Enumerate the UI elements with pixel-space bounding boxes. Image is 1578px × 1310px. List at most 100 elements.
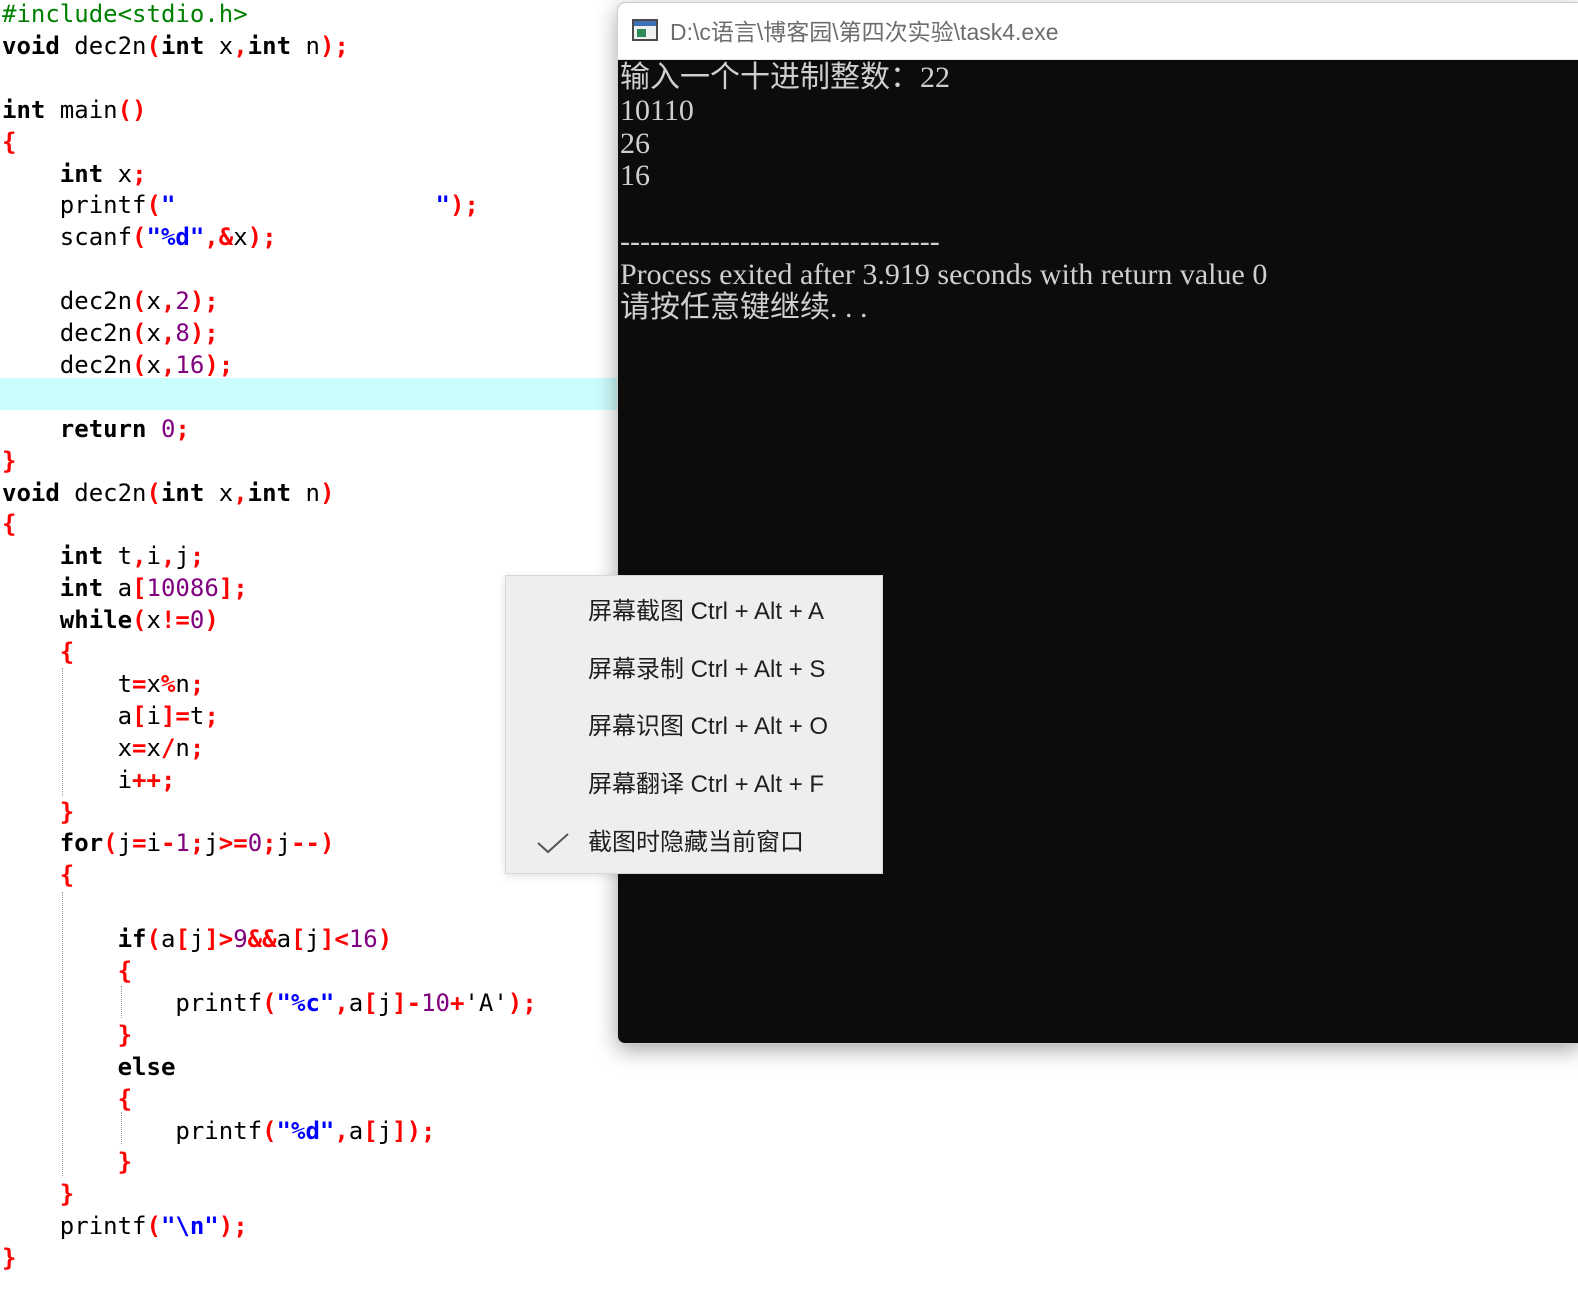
code-line: } [2,1178,74,1210]
console-app-icon [632,19,658,41]
indent-guide [62,668,63,796]
symbol-token: ( [132,319,147,347]
menu-item-label: 截图时隐藏当前窗口 [588,828,804,856]
menu-item[interactable]: 截图时隐藏当前窗口 [506,814,882,872]
identifier-token: t [103,542,133,571]
symbol-token: [ [291,925,306,954]
symbol-token: , [334,1116,349,1145]
identifier-token: n [175,669,190,698]
code-line: { [2,126,16,158]
code-line: int a[10086]; [2,572,248,604]
console-output-line: 请按任意键继续. . . [620,290,868,324]
identifier-token [2,1085,118,1113]
number-token: 9 [233,925,248,954]
symbol-token: % [160,669,176,698]
symbol-token: [ [363,988,378,1017]
identifier-token [2,638,60,666]
identifier-token: x [204,478,234,507]
symbol-token: = [132,829,147,858]
identifier-token: a [348,988,364,1017]
symbol-token: , [160,319,176,347]
code-line: if(a[j]>9&&a[j]<16) [2,923,393,955]
identifier-token: i [146,701,161,730]
code-line: printf("%c",a[j]-10+'A'); [2,987,537,1019]
symbol-token: - [160,829,176,858]
console-window[interactable]: D:\c语言\博客园\第四次实验\task4.exe 输入一个十进制整数：22 1… [617,2,1578,1044]
symbol-token: ; [189,829,205,858]
symbol-token: ; [175,414,190,443]
identifier-token [2,925,118,953]
number-token: 10 [421,988,450,1017]
console-output-line: 10110 [620,93,694,127]
symbol-token: != [160,606,190,635]
symbol-token: ) [319,478,335,507]
menu-item[interactable]: 屏幕截图 Ctrl + Alt + A [506,583,882,641]
number-token: 1 [175,829,190,858]
code-line: for(j=i-1;j>=0;j--) [2,827,335,859]
code-line: dec2n(x,16); [2,349,233,381]
code-line: int x; [2,158,147,190]
menu-item[interactable]: 屏幕录制 Ctrl + Alt + S [506,641,882,699]
symbol-token: + [449,988,465,1017]
identifier-token: a [103,574,133,603]
code-line: t=x%n; [2,668,205,700]
keyword-token: int [59,574,104,603]
symbol-token: ); [319,31,349,60]
menu-item-label: 屏幕截图 Ctrl + Alt + A [588,598,825,625]
symbol-token: ( [132,606,147,635]
keyword-token: int [160,31,205,60]
string-token: "\n" [160,1212,219,1241]
identifier-token [2,606,60,634]
string-token: "%c" [276,988,335,1017]
identifier-token [2,957,118,985]
code-line: } [2,445,16,477]
symbol-token: ]< [319,925,349,954]
symbol-token: [ [132,574,147,603]
symbol-token: && [247,925,277,954]
identifier-token: i [146,542,161,571]
identifier-token: printf [2,191,147,220]
indent-guide [62,892,63,1176]
code-line: while(x!=0) [2,604,219,636]
console-titlebar[interactable]: D:\c语言\博客园\第四次实验\task4.exe [618,3,1578,60]
code-line: { [2,955,132,987]
symbol-token: ; [204,701,219,730]
keyword-token: int [247,31,292,60]
identifier-token [2,829,60,857]
identifier-token: x [146,319,161,347]
symbol-token: ); [189,319,219,347]
identifier-token [2,1053,118,1081]
symbol-token: , [160,542,176,571]
console-output-line: 26 [620,126,650,160]
symbol-token: ); [507,988,537,1017]
identifier-token [2,798,60,826]
menu-item[interactable]: 屏幕翻译 Ctrl + Alt + F [506,756,882,814]
console-output-line: 16 [620,159,650,193]
identifier-token: printf [2,1212,147,1241]
code-line: dec2n(x,2); [2,285,219,317]
identifier-token: t [189,701,205,730]
menu-item[interactable]: 屏幕识图 Ctrl + Alt + O [506,698,882,756]
symbol-token: } [2,446,17,475]
identifier-token: 'A' [464,988,508,1017]
menu-item-label: 屏幕识图 Ctrl + Alt + O [588,713,829,741]
code-line: scanf("%d",&x); [2,221,277,253]
keyword-token: int [2,95,46,124]
identifier-token: j [377,988,393,1017]
code-line: { [2,508,16,540]
identifier-token: x [146,350,161,379]
symbol-token: ; [262,829,277,858]
keyword-token: return [59,414,147,443]
symbol-token: --) [291,829,335,858]
identifier-token: j [276,829,292,858]
identifier-token [147,415,161,443]
symbol-token: & [218,223,234,252]
console-title: D:\c语言\博客园\第四次实验\task4.exe [670,19,1059,45]
indent-guide [121,1112,122,1144]
keyword-token: void [2,31,60,60]
string-token: "%d" [276,1116,335,1145]
keyword-token: int [247,478,292,507]
identifier-token: a [276,925,292,954]
identifier-token: dec2n [2,350,133,379]
keyword-token: while [59,606,133,635]
